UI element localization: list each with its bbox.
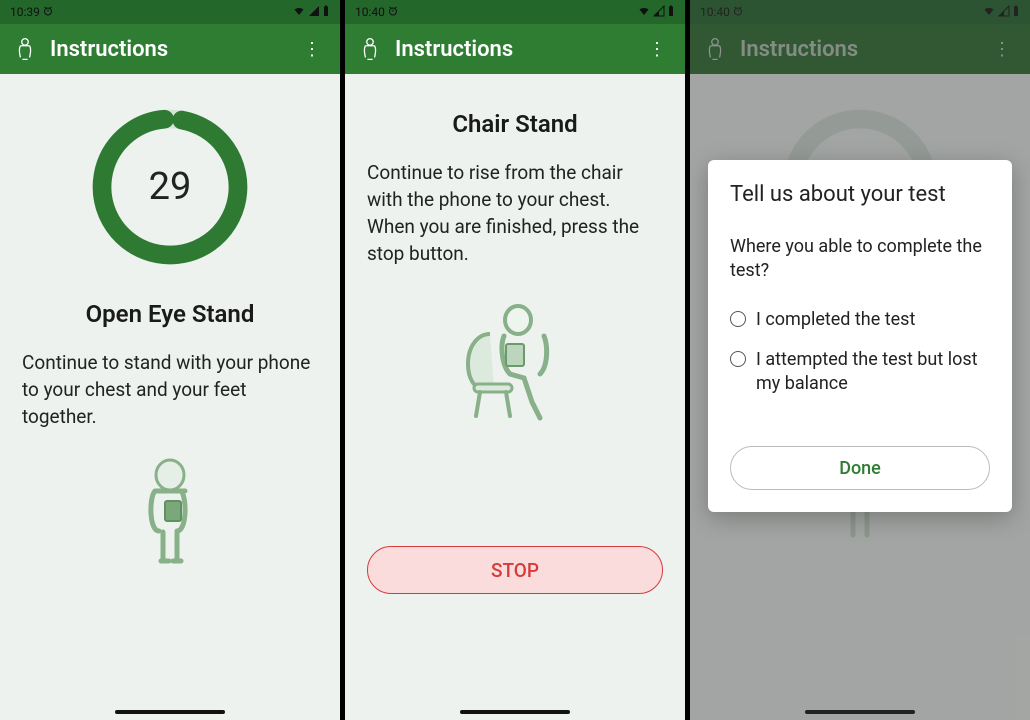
overflow-menu-button[interactable]: ⋮ [295, 31, 328, 68]
dialog-question: Where you able to complete the test? [730, 235, 990, 284]
countdown-ring: 29 [85, 102, 255, 272]
radio-icon [730, 311, 746, 327]
signal-icon [653, 5, 665, 20]
screen-test-feedback-dialog: 10:40 Instructions ⋮ [690, 0, 1030, 720]
radio-option-completed[interactable]: I completed the test [730, 308, 990, 332]
nav-bar [345, 704, 685, 720]
overflow-menu-button[interactable]: ⋮ [640, 31, 673, 68]
signal-icon [308, 5, 320, 20]
battery-icon [667, 5, 675, 20]
radio-label: I attempted the test but lost my balance [756, 348, 990, 397]
screen-content: Chair Stand Continue to rise from the ch… [345, 74, 685, 704]
standing-figure-icon [22, 457, 318, 567]
app-logo-icon [12, 36, 38, 62]
radio-option-lost-balance[interactable]: I attempted the test but lost my balance [730, 348, 990, 397]
screen-content: 29 Open Eye Stand Continue to stand with… [0, 74, 340, 704]
done-button[interactable]: Done [730, 446, 990, 490]
exercise-title: Chair Stand [367, 110, 663, 138]
exercise-title: Open Eye Stand [22, 300, 318, 328]
app-logo-icon [357, 36, 383, 62]
app-bar: Instructions ⋮ [0, 24, 340, 74]
home-indicator[interactable] [460, 710, 570, 714]
status-bar: 10:39 [0, 0, 340, 24]
screen-open-eye-stand: 10:39 Instructions ⋮ 29 Open [0, 0, 340, 720]
alarm-icon [387, 5, 399, 20]
dialog-title: Tell us about your test [730, 182, 990, 207]
wifi-icon [292, 5, 306, 20]
app-bar: Instructions ⋮ [345, 24, 685, 74]
exercise-instructions: Continue to rise from the chair with the… [367, 160, 663, 268]
screen-chair-stand: 10:40 Instructions ⋮ Chair Stand Continu… [345, 0, 685, 720]
radio-icon [730, 351, 746, 367]
alarm-icon [42, 5, 54, 20]
status-time: 10:39 [10, 5, 40, 19]
stop-button[interactable]: STOP [367, 546, 663, 594]
page-title: Instructions [50, 37, 283, 62]
radio-label: I completed the test [756, 308, 915, 332]
page-title: Instructions [395, 37, 628, 62]
nav-bar [0, 704, 340, 720]
status-time: 10:40 [355, 5, 385, 19]
wifi-icon [637, 5, 651, 20]
exercise-instructions: Continue to stand with your phone to you… [22, 350, 318, 431]
home-indicator[interactable] [115, 710, 225, 714]
sitting-figure-icon [367, 294, 663, 424]
battery-icon [322, 5, 330, 20]
status-bar: 10:40 [345, 0, 685, 24]
test-feedback-dialog: Tell us about your test Where you able t… [708, 160, 1012, 512]
